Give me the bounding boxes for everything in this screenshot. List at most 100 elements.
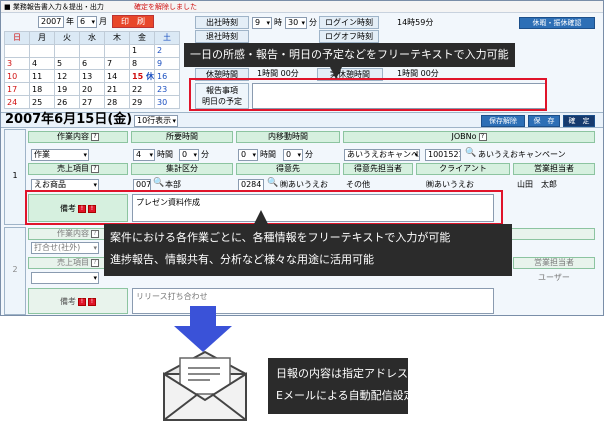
callout-email: 日報の内容は指定アドレスに Eメールによる自動配信設定が可能 bbox=[268, 358, 448, 414]
rows-per-page-select[interactable]: 10行表示 bbox=[134, 115, 178, 127]
cal-day[interactable]: 9 bbox=[154, 56, 180, 71]
cal-day[interactable] bbox=[29, 43, 55, 58]
help-icon[interactable]: ? bbox=[91, 164, 99, 173]
callout-mid-line1: 案件における各作業ごとに、各種情報をフリーテキストで入力が可能 bbox=[110, 231, 451, 244]
template-icon[interactable]: ! bbox=[88, 297, 96, 306]
job-name-select[interactable]: あいうえおキャンペーン bbox=[344, 149, 420, 161]
leave-check-button[interactable]: 休暇・振休確認 bbox=[519, 17, 595, 29]
cal-day[interactable] bbox=[79, 43, 105, 58]
cal-day[interactable]: 10 bbox=[4, 69, 30, 84]
title-bar: ■ 業務報告書入力＆提出・出力 確定を解除しました bbox=[1, 1, 603, 13]
weekday-fri: 金 bbox=[129, 31, 155, 45]
duration-hour-select[interactable]: 4 bbox=[133, 149, 155, 161]
col-header-sales-item-text: 売上項目 bbox=[57, 258, 89, 267]
help-icon[interactable]: ? bbox=[91, 132, 99, 141]
start-min-select[interactable]: 30 bbox=[285, 17, 307, 29]
col-header-sales-item-text: 売上項目 bbox=[57, 164, 89, 173]
move-min-select[interactable]: 0 bbox=[283, 149, 303, 161]
cal-day[interactable]: 27 bbox=[79, 95, 105, 109]
cal-day[interactable]: 16 bbox=[154, 69, 180, 84]
move-hour-select[interactable]: 0 bbox=[238, 149, 258, 161]
cal-day[interactable]: 29 bbox=[129, 95, 155, 109]
cal-day[interactable]: 1 bbox=[129, 43, 155, 58]
cal-day[interactable]: 12 bbox=[54, 69, 80, 84]
cal-day[interactable]: 24 bbox=[4, 95, 30, 109]
cal-day[interactable]: 26 bbox=[54, 95, 80, 109]
cal-day[interactable] bbox=[104, 43, 130, 58]
cal-day[interactable]: 23 bbox=[154, 82, 180, 97]
hour-unit: 時 bbox=[274, 18, 282, 27]
cal-day[interactable] bbox=[54, 43, 80, 58]
col-header-work-text: 作業内容 bbox=[57, 132, 89, 141]
cal-day[interactable]: 8 bbox=[129, 56, 155, 71]
cal-day[interactable]: 13 bbox=[79, 69, 105, 84]
min-unit: 分 bbox=[309, 18, 317, 27]
cal-day[interactable]: 2 bbox=[154, 43, 180, 58]
cal-day[interactable]: 7 bbox=[104, 56, 130, 71]
cal-day[interactable] bbox=[4, 43, 30, 58]
sales-rep-name: 山田 太郎 bbox=[517, 180, 557, 189]
cal-day[interactable]: 21 bbox=[104, 82, 130, 97]
memo-label: 備考 bbox=[60, 297, 76, 306]
work-type-select[interactable]: 作業 bbox=[31, 149, 89, 161]
search-icon[interactable]: 🔍 bbox=[465, 148, 476, 158]
help-icon[interactable]: ? bbox=[478, 132, 487, 141]
cal-day[interactable]: 6 bbox=[79, 56, 105, 71]
month-select[interactable]: 6 bbox=[77, 16, 97, 28]
job-number-input[interactable]: 1001521 bbox=[425, 149, 461, 161]
callout-pointer-mid bbox=[254, 210, 268, 224]
save-button[interactable]: 保 存 bbox=[528, 115, 560, 127]
cal-day[interactable]: 22 bbox=[129, 82, 155, 97]
save-unlock-button[interactable]: 保存解除 bbox=[481, 115, 525, 127]
col-header-job: JOBNo? bbox=[343, 131, 595, 143]
holiday-mark: 休 bbox=[145, 71, 154, 81]
search-icon[interactable]: 🔍 bbox=[153, 178, 164, 188]
callout-task-memo: 案件における各作業ごとに、各種情報をフリーテキストで入力が可能 進捗報告、情報共… bbox=[104, 224, 512, 276]
cal-day[interactable]: 30 bbox=[154, 95, 180, 109]
cal-day[interactable]: 14 bbox=[104, 69, 130, 84]
down-arrow-icon bbox=[174, 306, 232, 352]
row-number: 1 bbox=[12, 171, 18, 180]
cal-day[interactable]: 17 bbox=[4, 82, 30, 97]
start-time-label: 出社時刻 bbox=[195, 16, 249, 29]
cal-day[interactable]: 3 bbox=[4, 56, 30, 71]
cal-day[interactable]: 18 bbox=[29, 82, 55, 97]
help-icon[interactable]: ? bbox=[91, 229, 99, 238]
weekday-sun: 日 bbox=[4, 31, 30, 45]
cal-day[interactable]: 11 bbox=[29, 69, 55, 84]
col-header-job-text: JOBNo bbox=[451, 132, 477, 141]
callout-mid-line2: 進捗報告、情報共有、分析など様々な用途に活用可能 bbox=[110, 253, 374, 266]
day-title: 2007年6月15日(金) bbox=[5, 112, 133, 127]
year-input[interactable]: 2007 bbox=[38, 16, 64, 28]
month-unit: 月 bbox=[99, 17, 107, 26]
sales-item-select[interactable] bbox=[31, 272, 99, 284]
template-icon[interactable]: ! bbox=[78, 297, 86, 306]
cal-day[interactable]: 4 bbox=[29, 56, 55, 71]
duration-min-select[interactable]: 0 bbox=[179, 149, 199, 161]
row-number-cell: 2 bbox=[4, 227, 26, 315]
cal-day[interactable]: 19 bbox=[54, 82, 80, 97]
confirm-button[interactable]: 確 定 bbox=[563, 115, 595, 127]
col-header-customer: 得意先 bbox=[236, 163, 340, 175]
cal-day[interactable]: 28 bbox=[104, 95, 130, 109]
weekday-tue: 火 bbox=[54, 31, 80, 45]
login-time-label: ログイン時刻 bbox=[319, 16, 379, 29]
start-hour-select[interactable]: 9 bbox=[252, 17, 272, 29]
cal-day[interactable]: 25 bbox=[29, 95, 55, 109]
weekday-wed: 水 bbox=[79, 31, 105, 45]
col-header-work-text: 作業内容 bbox=[57, 229, 89, 238]
cal-day[interactable]: 20 bbox=[79, 82, 105, 97]
print-button[interactable]: 印 刷 bbox=[112, 15, 154, 28]
search-icon[interactable]: 🔍 bbox=[267, 178, 278, 188]
work-time-value: 14時59分 bbox=[397, 18, 434, 27]
row-number: 2 bbox=[12, 265, 18, 274]
help-icon[interactable]: ? bbox=[91, 258, 99, 267]
highlight-daily-report bbox=[189, 78, 547, 111]
calendar-grid: 日 月 火 水 木 金 土 1 2 3 4 5 6 7 8 9 10 11 12… bbox=[4, 31, 180, 109]
job-name-text: あいうえおキャンペーン bbox=[478, 150, 566, 159]
work-type-select[interactable]: 打合せ(社外) bbox=[31, 242, 99, 254]
year-unit: 年 bbox=[66, 17, 74, 26]
col-header-move-time: 内移動時間 bbox=[236, 131, 340, 143]
cal-day[interactable]: 5 bbox=[54, 56, 80, 71]
cal-day-today[interactable]: 15 休 bbox=[129, 69, 155, 84]
